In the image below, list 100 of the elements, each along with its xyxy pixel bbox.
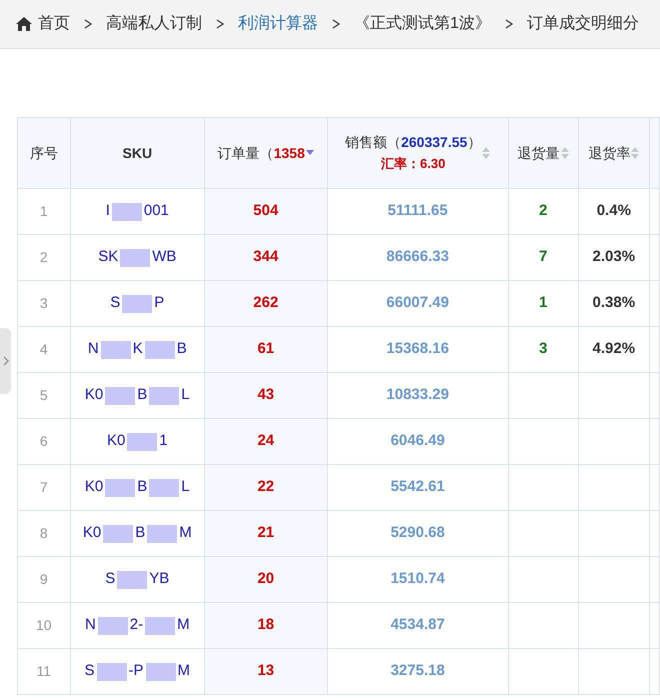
column-header: SKU (122, 144, 152, 163)
column-header: 序号 (30, 144, 58, 163)
redaction-mosaic (146, 662, 176, 680)
sku-fragment: M (177, 615, 190, 636)
redaction-mosaic (100, 340, 131, 358)
order-count: 13 (257, 662, 274, 680)
sku-fragment: 1 (159, 431, 168, 452)
breadcrumb-link[interactable]: 首页 (38, 12, 70, 36)
sku-fragment: K0 (82, 523, 102, 544)
return-count: 3 (539, 340, 548, 358)
order-count: 43 (257, 386, 274, 404)
return-rate: 2.03% (592, 248, 636, 266)
sort-icon[interactable] (482, 146, 490, 160)
column-header[interactable]: 退货量 (518, 142, 560, 164)
sku-fragment: L (181, 477, 190, 498)
separator-icon (216, 19, 224, 29)
sku-fragment: N (88, 339, 99, 360)
redaction-mosaic (127, 432, 158, 450)
sku-fragment: N (84, 615, 96, 636)
sku-fragment: B (135, 523, 146, 544)
sort-descending-icon[interactable] (306, 150, 314, 156)
redaction-mosaic (117, 570, 148, 588)
breadcrumb-link[interactable]: 利润计算器 (238, 12, 318, 36)
sales-amount: 10833.29 (386, 386, 449, 404)
home-icon (16, 17, 32, 31)
sales-amount: 1510.74 (390, 570, 445, 588)
return-rate: 4.92% (592, 340, 636, 358)
redaction-mosaic (96, 662, 127, 680)
sales-amount: 6046.49 (390, 432, 445, 450)
breadcrumb-item[interactable]: 《正式测试第1波》 (354, 12, 491, 36)
row-number: 8 (40, 525, 48, 541)
order-count: 18 (257, 616, 274, 634)
row-number: 5 (40, 387, 48, 403)
sales-amount: 51111.65 (388, 202, 448, 220)
sort-icon[interactable] (631, 146, 640, 160)
sku-fragment: L (181, 385, 190, 406)
sales-amount: 15368.16 (386, 340, 449, 358)
redaction-mosaic (122, 294, 152, 312)
sales-amount: 5290.68 (390, 524, 445, 542)
breadcrumb-item[interactable]: 高端私人订制 (106, 12, 202, 36)
row-number: 9 (40, 571, 48, 587)
row-number: 3 (40, 295, 48, 311)
sales-amount: 5542.61 (390, 478, 445, 496)
sku-fragment: S (105, 569, 116, 590)
sku-fragment: M (178, 661, 190, 682)
return-rate: 0.4% (596, 202, 631, 220)
chevron-right-icon (2, 356, 8, 366)
sku-fragment: -P (128, 661, 144, 682)
sku-fragment: K (132, 339, 143, 360)
order-count: 262 (253, 294, 278, 312)
breadcrumb-item[interactable]: 订单成交明细分 (526, 12, 639, 36)
redaction-mosaic (144, 340, 175, 358)
sku-fragment: S (84, 661, 95, 682)
row-number: 7 (40, 479, 48, 495)
redaction-mosaic (149, 478, 180, 496)
order-count: 61 (257, 340, 274, 358)
order-count: 20 (257, 570, 274, 588)
sku-fragment: M (179, 523, 192, 544)
redaction-mosaic (149, 386, 180, 404)
sku-fragment: YB (149, 569, 170, 590)
row-number: 6 (40, 433, 48, 449)
redaction-mosaic (105, 478, 136, 496)
sort-icon[interactable] (560, 146, 569, 160)
return-count: 7 (539, 248, 548, 266)
return-rate: 0.38% (592, 294, 636, 312)
sales-amount: 66007.49 (386, 294, 449, 312)
sku-fragment: B (176, 339, 187, 360)
sku-fragment: K0 (84, 477, 104, 498)
separator-icon (332, 19, 340, 29)
sku-fragment: 001 (144, 201, 169, 222)
order-count: 21 (257, 524, 274, 542)
sku-fragment: P (154, 293, 164, 314)
column-header[interactable]: 退货率 (588, 142, 630, 164)
sku-fragment: B (137, 385, 148, 406)
sku-fragment: B (137, 477, 148, 498)
return-count: 2 (539, 202, 548, 220)
sku-fragment: K0 (84, 385, 104, 406)
side-tab[interactable] (0, 328, 11, 394)
sku-fragment: K0 (106, 431, 126, 452)
sales-amount: 4534.87 (390, 616, 445, 634)
redaction-mosaic (103, 524, 134, 542)
sales-amount: 86666.33 (386, 248, 449, 266)
row-number: 4 (40, 341, 48, 357)
redaction-mosaic (98, 616, 128, 634)
redaction-mosaic (112, 202, 142, 220)
sku-fragment: 2- (130, 615, 144, 636)
row-number: 1 (40, 203, 48, 219)
sku-fragment: S (110, 293, 120, 314)
row-number: 10 (36, 617, 52, 633)
sku-fragment: WB (152, 247, 176, 268)
redaction-mosaic (147, 524, 178, 542)
order-count: 24 (257, 432, 274, 450)
row-number: 11 (36, 663, 52, 679)
separator-icon (84, 19, 92, 29)
sku-fragment: I (106, 201, 110, 222)
separator-icon (504, 19, 513, 29)
redaction-mosaic (105, 386, 136, 404)
return-count: 1 (539, 294, 548, 312)
row-number: 2 (40, 249, 48, 265)
order-count: 344 (253, 248, 278, 266)
